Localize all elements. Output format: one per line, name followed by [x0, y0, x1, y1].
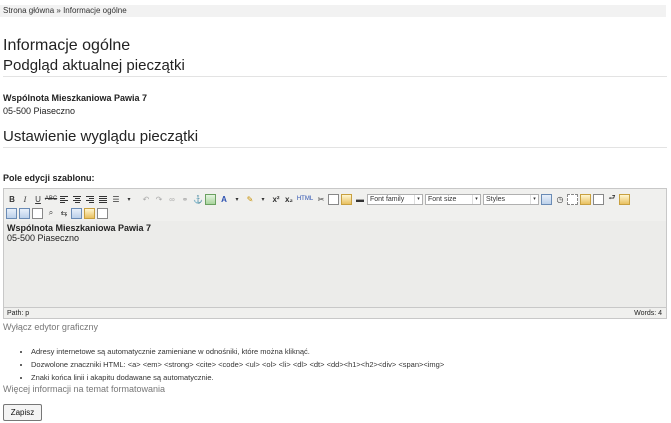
editor-content-name: Wspólnota Mieszkaniowa Pawia 7	[7, 223, 152, 233]
table-icon[interactable]	[541, 193, 552, 205]
undo-button[interactable]: ↶	[140, 193, 152, 205]
copy-icon[interactable]	[328, 193, 339, 205]
clock-icon: ◷	[556, 194, 564, 204]
divider	[3, 76, 667, 77]
page-break-icon[interactable]	[97, 207, 108, 219]
superscript-button[interactable]: x²	[270, 193, 282, 205]
highlighter-icon: ✎	[246, 194, 254, 204]
align-center-button[interactable]	[71, 193, 83, 205]
redo-button[interactable]: ↷	[153, 193, 165, 205]
list-item: Adresy internetowe są automatycznie zami…	[31, 345, 444, 358]
chevron-down-icon: ▾	[530, 194, 538, 204]
preview-icon[interactable]	[32, 207, 43, 219]
align-center-icon	[73, 195, 81, 203]
scissors-icon: ✂	[317, 194, 325, 204]
horizontal-rule-button[interactable]: ▬	[354, 193, 366, 205]
unlink-icon: ⚭	[181, 194, 189, 204]
align-justify-button[interactable]	[97, 193, 109, 205]
divider	[3, 147, 667, 148]
template-field-label: Pole edycji szablonu:	[3, 173, 95, 183]
insert-layer-icon[interactable]	[84, 207, 95, 219]
editor-toolbar-row-2: ⌕ ⇆	[6, 206, 110, 220]
subscript-button[interactable]: x₂	[283, 193, 295, 205]
paste-word-icon[interactable]	[619, 193, 630, 205]
editor-status-bar: Path: p Words: 4	[4, 307, 666, 318]
redo-icon: ↷	[155, 194, 163, 204]
template-icon[interactable]	[580, 193, 591, 205]
styles-select[interactable]: Styles ▾	[483, 193, 539, 205]
insert-block-icon: ⮐	[608, 193, 616, 202]
preview-heading: Podgląd aktualnej pieczątki	[3, 57, 185, 74]
html-source-button[interactable]: HTML	[296, 193, 314, 205]
link-icon: ∞	[169, 194, 175, 204]
horizontal-rule-icon: ▬	[356, 194, 364, 204]
align-left-icon	[60, 195, 68, 203]
more-format-info-link[interactable]: Więcej informacji na temat formatowania	[3, 384, 165, 394]
rich-text-editor: B I U ABC ☰ ▾ ↶ ↷ ∞ ⚭ ⚓ A ▾ ✎ ▾ x² x₂ HT…	[3, 188, 667, 319]
breadcrumb-separator: »	[54, 6, 64, 15]
fullscreen-icon[interactable]	[71, 207, 82, 219]
toggle-editor-link[interactable]: Wyłącz edytor graficzny	[3, 322, 98, 332]
link-button[interactable]: ∞	[166, 193, 178, 205]
settings-heading: Ustawienie wyglądu pieczątki	[3, 128, 199, 145]
unlink-button[interactable]: ⚭	[179, 193, 191, 205]
replace-button[interactable]: ⇆	[58, 207, 70, 219]
font-size-select[interactable]: Font size ▾	[425, 193, 481, 205]
cut-button[interactable]: ✂	[315, 193, 327, 205]
anchor-button[interactable]: ⚓	[192, 193, 204, 205]
align-right-button[interactable]	[84, 193, 96, 205]
editor-path: Path: p	[7, 310, 30, 317]
stamp-preview-address: 05-500 Piaseczno	[3, 106, 76, 116]
time-button[interactable]: ◷	[554, 193, 566, 205]
replace-icon: ⇆	[60, 208, 68, 218]
editor-content-address: 05-500 Piaseczno	[7, 233, 80, 243]
highlight-dropdown[interactable]: ▾	[257, 193, 269, 205]
list-item: Znaki końca linii i akapitu dodawane są …	[31, 371, 444, 384]
underline-button[interactable]: U	[32, 193, 44, 205]
media-icon[interactable]	[19, 207, 30, 219]
editor-toolbar-row-1: B I U ABC ☰ ▾ ↶ ↷ ∞ ⚭ ⚓ A ▾ ✎ ▾ x² x₂ HT…	[6, 192, 632, 206]
format-hints-list: Adresy internetowe są automatycznie zami…	[0, 345, 444, 384]
print-icon[interactable]	[6, 207, 17, 219]
breadcrumb-home[interactable]: Strona główna	[3, 6, 54, 15]
save-button[interactable]: Zapisz	[3, 404, 42, 421]
font-family-select[interactable]: Font family ▾	[367, 193, 423, 205]
bullet-list-dropdown[interactable]: ▾	[123, 193, 135, 205]
align-right-icon	[86, 195, 94, 203]
chevron-down-icon: ▾	[472, 194, 480, 204]
align-left-button[interactable]	[58, 193, 70, 205]
font-color-button[interactable]: A	[218, 193, 230, 205]
chevron-down-icon: ▾	[414, 194, 422, 204]
toolbar-separator	[136, 193, 139, 205]
align-justify-icon	[99, 195, 107, 203]
paste-icon[interactable]	[341, 193, 352, 205]
anchor-icon: ⚓	[193, 194, 203, 204]
strikethrough-button[interactable]: ABC	[45, 193, 57, 205]
italic-button[interactable]: I	[19, 193, 31, 205]
undo-icon: ↶	[142, 194, 150, 204]
stamp-preview-name: Wspólnota Mieszkaniowa Pawia 7	[3, 93, 148, 103]
editor-content-area[interactable]: Wspólnota Mieszkaniowa Pawia 7 05-500 Pi…	[4, 221, 666, 307]
binoculars-icon: ⌕	[48, 208, 54, 217]
highlight-button[interactable]: ✎	[244, 193, 256, 205]
visual-aid-icon[interactable]	[567, 193, 578, 205]
paste-text-icon[interactable]	[593, 193, 604, 205]
image-icon[interactable]	[205, 193, 216, 205]
font-color-dropdown[interactable]: ▾	[231, 193, 243, 205]
breadcrumb-current: Informacje ogólne	[63, 6, 127, 15]
bold-button[interactable]: B	[6, 193, 18, 205]
word-count: Words: 4	[634, 310, 662, 317]
list-item: Dozwolone znaczniki HTML: <a> <em> <stro…	[31, 358, 444, 371]
breadcrumb: Strona główna » Informacje ogólne	[0, 5, 666, 17]
bullet-list-button[interactable]: ☰	[110, 193, 122, 205]
search-button[interactable]: ⌕	[45, 207, 57, 219]
page-title: Informacje ogólne	[3, 37, 131, 54]
bullet-list-icon: ☰	[112, 194, 120, 204]
insert-block-button[interactable]: ⮐	[606, 193, 618, 205]
